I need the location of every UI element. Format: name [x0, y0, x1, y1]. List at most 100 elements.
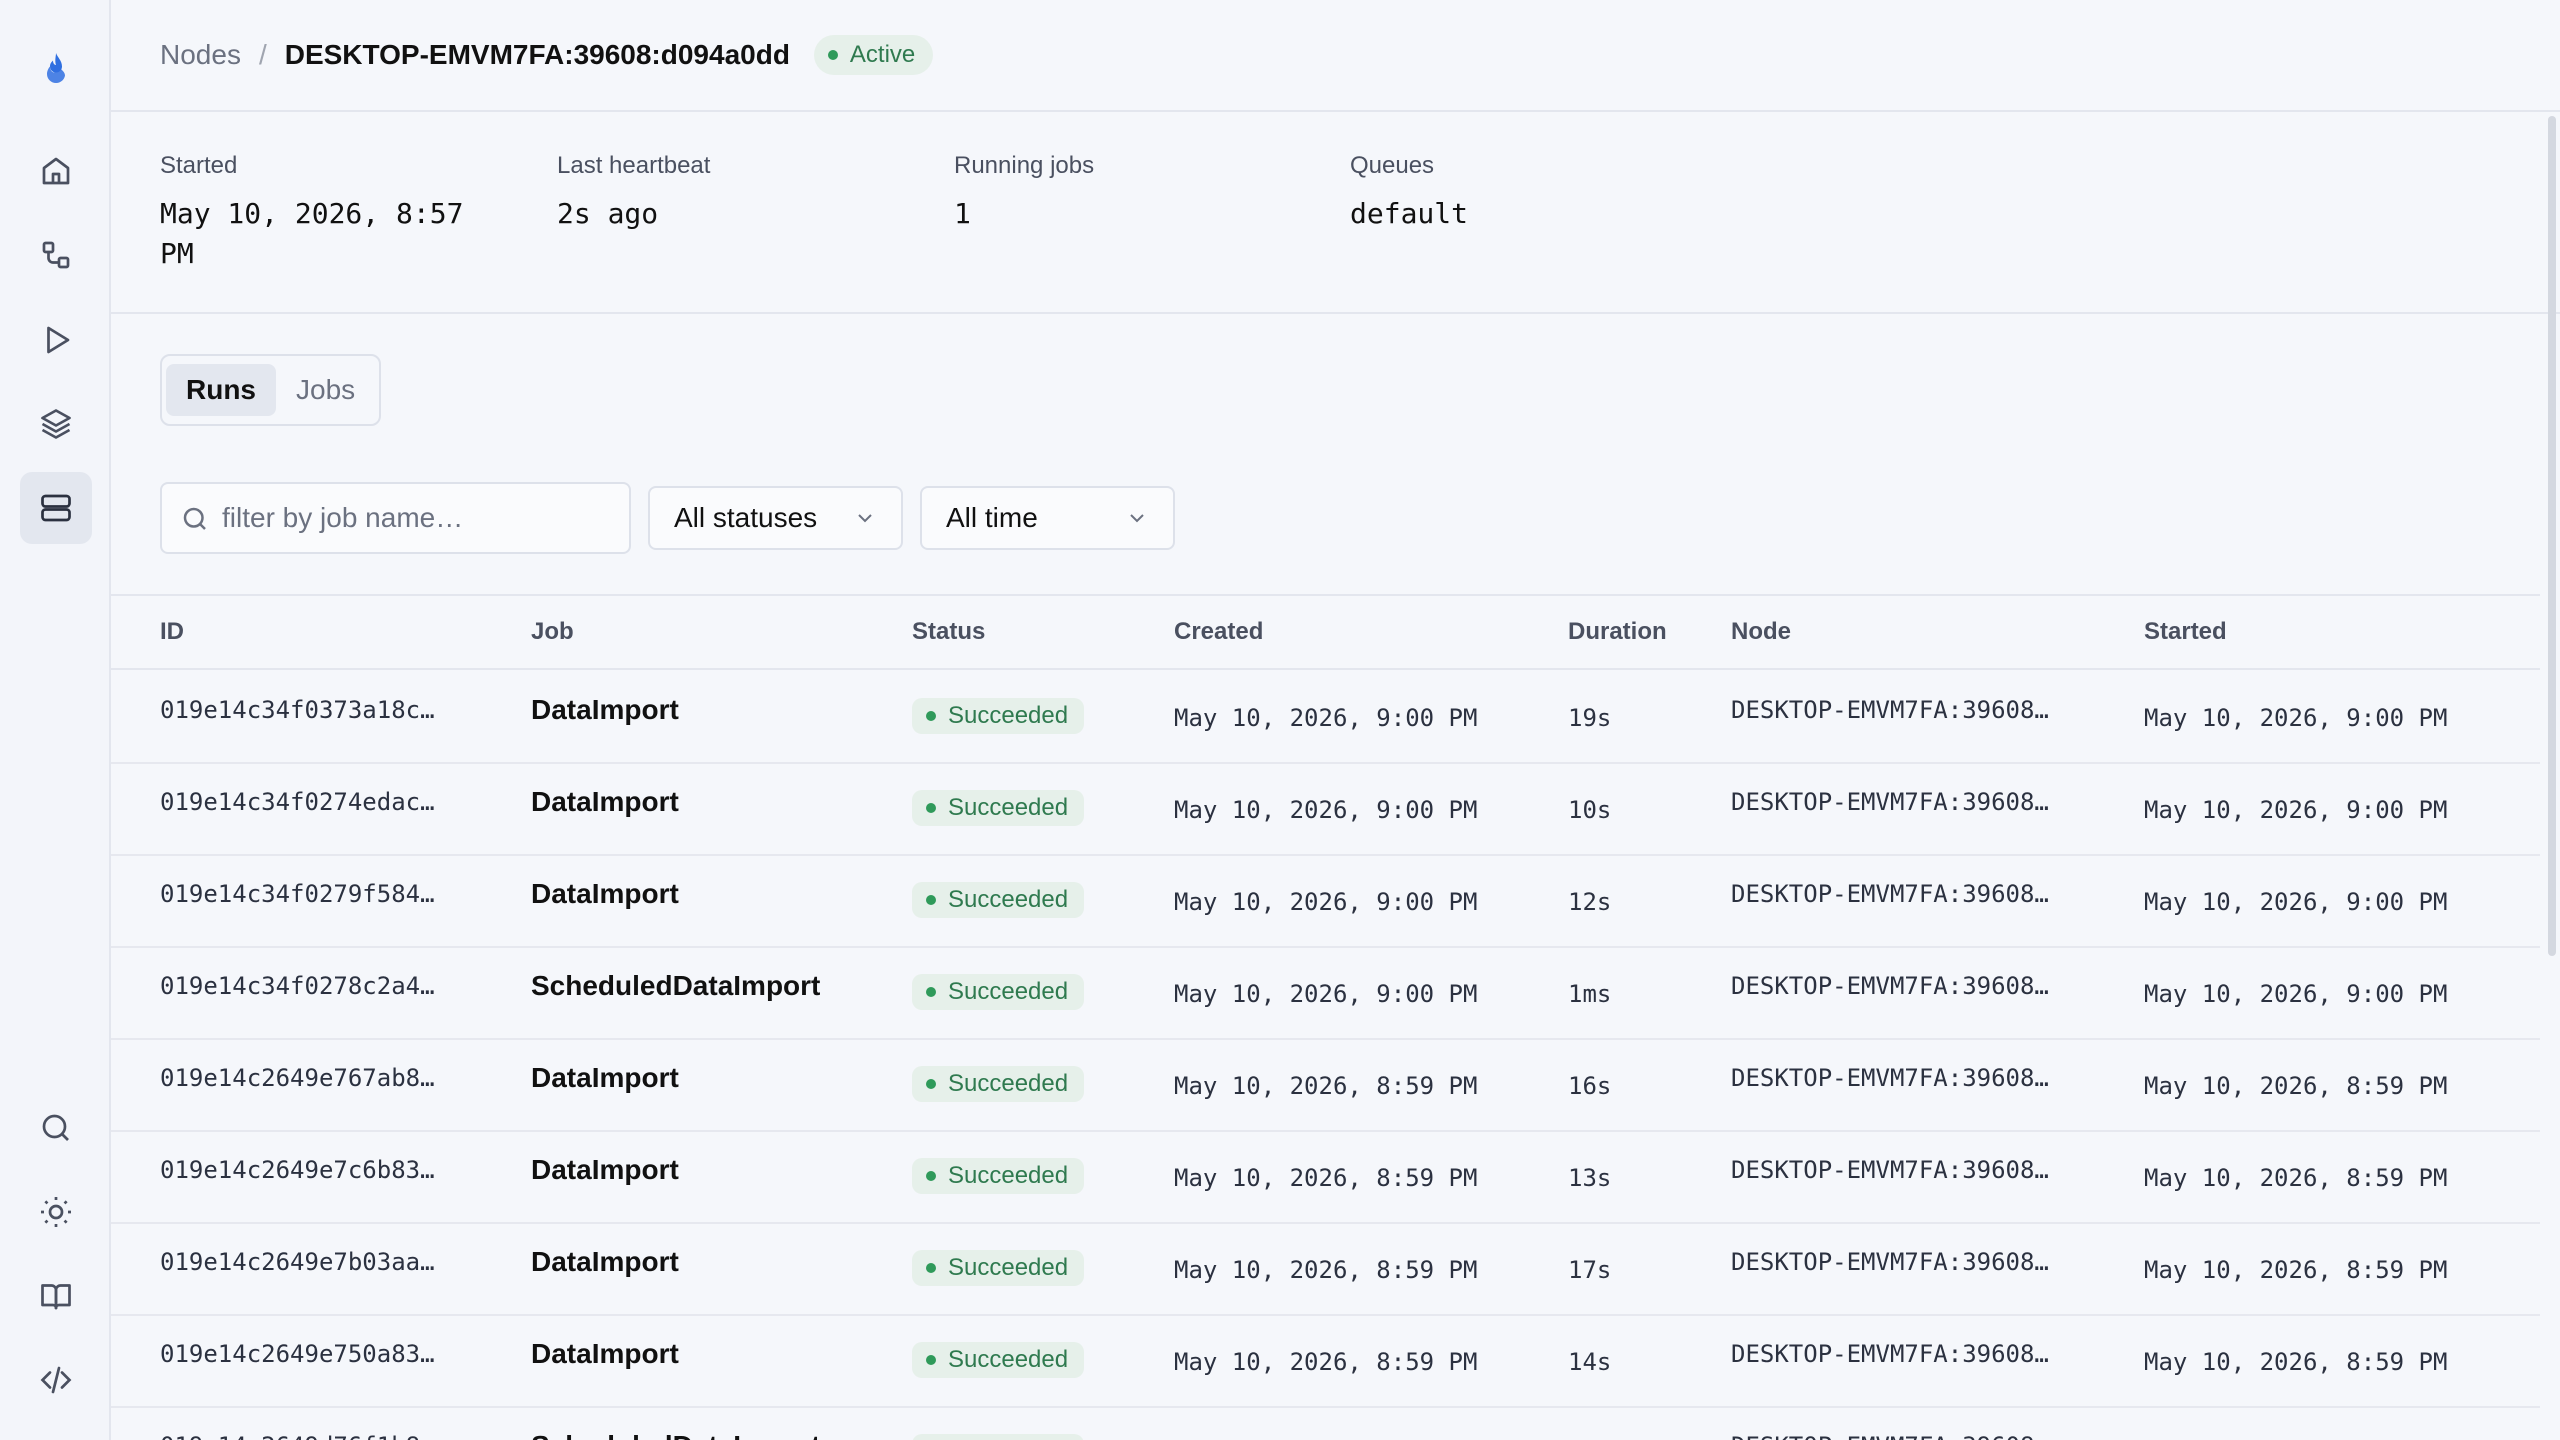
cell-id[interactable]: 019e14c34f0373a18c…: [160, 696, 435, 724]
stat-label: Started: [160, 152, 238, 179]
cell-job[interactable]: DataImport: [531, 1338, 679, 1370]
column-header-job[interactable]: Job: [531, 618, 574, 646]
stat-value: 2s ago: [557, 197, 659, 230]
status-badge-label: Succeeded: [948, 1162, 1069, 1189]
workflow-icon[interactable]: [20, 219, 92, 291]
search-input[interactable]: [222, 502, 629, 534]
runs-table: ID Job Status Created Duration Node Star…: [111, 594, 2540, 1440]
chevron-down-icon: [858, 514, 872, 523]
status-dot-icon: [926, 1263, 936, 1273]
cell-duration: 13s: [1568, 1164, 1612, 1192]
status-badge: Active: [813, 35, 934, 75]
cell-job[interactable]: DataImport: [531, 878, 679, 910]
job-filter-search: [160, 482, 631, 554]
cell-node[interactable]: DESKTOP-EMVM7FA:39608…: [1731, 788, 2049, 816]
cell-node[interactable]: DESKTOP-EMVM7FA:39608…: [1731, 1156, 2049, 1184]
play-icon[interactable]: [20, 304, 92, 376]
column-header-duration[interactable]: Duration: [1568, 618, 1667, 646]
cell-job[interactable]: DataImport: [531, 786, 679, 818]
cell-node[interactable]: DESKTOP-EMVM7FA:39608…: [1731, 1432, 2049, 1440]
cell-job[interactable]: DataImport: [531, 1062, 679, 1094]
cell-started: May 10, 2026, 9:00 PM: [2144, 980, 2448, 1008]
cell-job[interactable]: DataImport: [531, 694, 679, 726]
column-header-created[interactable]: Created: [1174, 618, 1263, 646]
status-badge: Succeeded: [912, 974, 1085, 1010]
status-dot-icon: [926, 987, 936, 997]
stat-running-jobs: Running jobs 1: [954, 152, 1284, 234]
cell-node[interactable]: DESKTOP-EMVM7FA:39608…: [1731, 1248, 2049, 1276]
stat-label: Last heartbeat: [557, 152, 711, 179]
cell-node[interactable]: DESKTOP-EMVM7FA:39608…: [1731, 1064, 2049, 1092]
sun-icon[interactable]: [20, 1176, 92, 1248]
table-row[interactable]: 019e14c34f0278c2a4… ScheduledDataImport Ma…: [111, 948, 2540, 1040]
cell-id[interactable]: 019e14c2649d76f1b8…: [160, 1432, 435, 1440]
status-filter-value: All statuses: [674, 502, 818, 533]
home-icon[interactable]: [20, 135, 92, 207]
server-icon[interactable]: [20, 472, 92, 544]
cell-duration: 14s: [1568, 1348, 1612, 1376]
cell-id[interactable]: 019e14c34f0274edac…: [160, 788, 435, 816]
cell-node[interactable]: DESKTOP-EMVM7FA:39608…: [1731, 972, 2049, 1000]
cell-created: May 10, 2026, 8:59 PM: [1174, 1256, 1478, 1284]
cell-duration: 1ms: [1568, 980, 1612, 1008]
table-row[interactable]: 019e14c34f0274edac… DataImport May 10, 202…: [111, 764, 2540, 856]
code-icon[interactable]: [20, 1344, 92, 1416]
search-icon[interactable]: [20, 1092, 92, 1164]
cell-id[interactable]: 019e14c34f0278c2a4…: [160, 972, 435, 1000]
cell-job[interactable]: ScheduledDataImport: [531, 970, 820, 1002]
status-badge: Succeeded: [912, 882, 1085, 918]
stat-started: Started May 10, 2026, 8:57 PM: [160, 152, 490, 274]
cell-duration: 10s: [1568, 796, 1612, 824]
book-icon[interactable]: [20, 1260, 92, 1332]
cell-job[interactable]: DataImport: [531, 1246, 679, 1278]
cell-job[interactable]: ScheduledDataImport: [531, 1430, 820, 1440]
cell-id[interactable]: 019e14c34f0279f584…: [160, 880, 435, 908]
cell-node[interactable]: DESKTOP-EMVM7FA:39608…: [1731, 1340, 2049, 1368]
cell-node[interactable]: DESKTOP-EMVM7FA:39608…: [1731, 880, 2049, 908]
column-header-node[interactable]: Node: [1731, 618, 1791, 646]
page-title: DESKTOP-EMVM7FA:39608:d094a0dd: [284, 39, 790, 70]
cell-id[interactable]: 019e14c2649e750a83…: [160, 1340, 435, 1368]
flame-logo-icon[interactable]: [20, 32, 92, 104]
column-header-id[interactable]: ID: [160, 618, 184, 646]
status-badge-label: Succeeded: [948, 1070, 1069, 1097]
cell-job[interactable]: DataImport: [531, 1154, 679, 1186]
table-row[interactable]: 019e14c2649d76f1b8…ScheduledDataImportMa…: [111, 1408, 2540, 1440]
table-row[interactable]: 019e14c2649e767ab8… DataImport May 10, 202…: [111, 1040, 2540, 1132]
cell-started: May 10, 2026, 9:00 PM: [2144, 704, 2448, 732]
sidebar: [0, 0, 111, 1440]
cell-node[interactable]: DESKTOP-EMVM7FA:39608…: [1731, 696, 2049, 724]
stat-label: Queues: [1350, 152, 1435, 179]
status-dot-icon: [926, 711, 936, 721]
cell-duration: 12s: [1568, 888, 1612, 916]
stat-heartbeat: Last heartbeat 2s ago: [557, 152, 887, 234]
cell-started: May 10, 2026, 8:59 PM: [2144, 1348, 2448, 1376]
status-filter-select[interactable]: All statuses: [648, 486, 903, 550]
cell-created: May 10, 2026, 9:00 PM: [1174, 980, 1478, 1008]
stat-queues: Queues default: [1350, 152, 1680, 234]
cell-id[interactable]: 019e14c2649e767ab8…: [160, 1064, 435, 1092]
status-dot-icon: [926, 803, 936, 813]
time-filter-select[interactable]: All time: [920, 486, 1175, 550]
table-row[interactable]: 019e14c34f0373a18c… DataImport May 10, 202…: [111, 672, 2540, 764]
cell-id[interactable]: 019e14c2649e7c6b83…: [160, 1156, 435, 1184]
table-row[interactable]: 019e14c2649e7c6b83… DataImport May 10, 202…: [111, 1132, 2540, 1224]
status-badge-label: Succeeded: [948, 794, 1069, 821]
cell-started: May 10, 2026, 9:00 PM: [2144, 796, 2448, 824]
page-scrollbar[interactable]: [2548, 116, 2556, 956]
layers-icon[interactable]: [20, 388, 92, 460]
table-row[interactable]: 019e14c2649e750a83… DataImport May 10, 202…: [111, 1316, 2540, 1408]
table-row[interactable]: 019e14c34f0279f584… DataImport May 10, 202…: [111, 856, 2540, 948]
tab-runs[interactable]: Runs: [166, 364, 276, 416]
search-icon: [183, 507, 206, 530]
cell-duration: 17s: [1568, 1256, 1612, 1284]
breadcrumb-nodes-link[interactable]: Nodes: [160, 39, 241, 71]
breadcrumb-separator: /: [258, 39, 267, 70]
node-stats: Started May 10, 2026, 8:57 PM Last heart…: [111, 112, 2560, 314]
tab-jobs[interactable]: Jobs: [276, 364, 375, 416]
column-header-status[interactable]: Status: [912, 618, 985, 646]
table-row[interactable]: 019e14c2649e7b03aa… DataImport May 10, 202…: [111, 1224, 2540, 1316]
cell-id[interactable]: 019e14c2649e7b03aa…: [160, 1248, 435, 1276]
status-badge-label: Succeeded: [948, 978, 1069, 1005]
column-header-started[interactable]: Started: [2144, 618, 2227, 646]
